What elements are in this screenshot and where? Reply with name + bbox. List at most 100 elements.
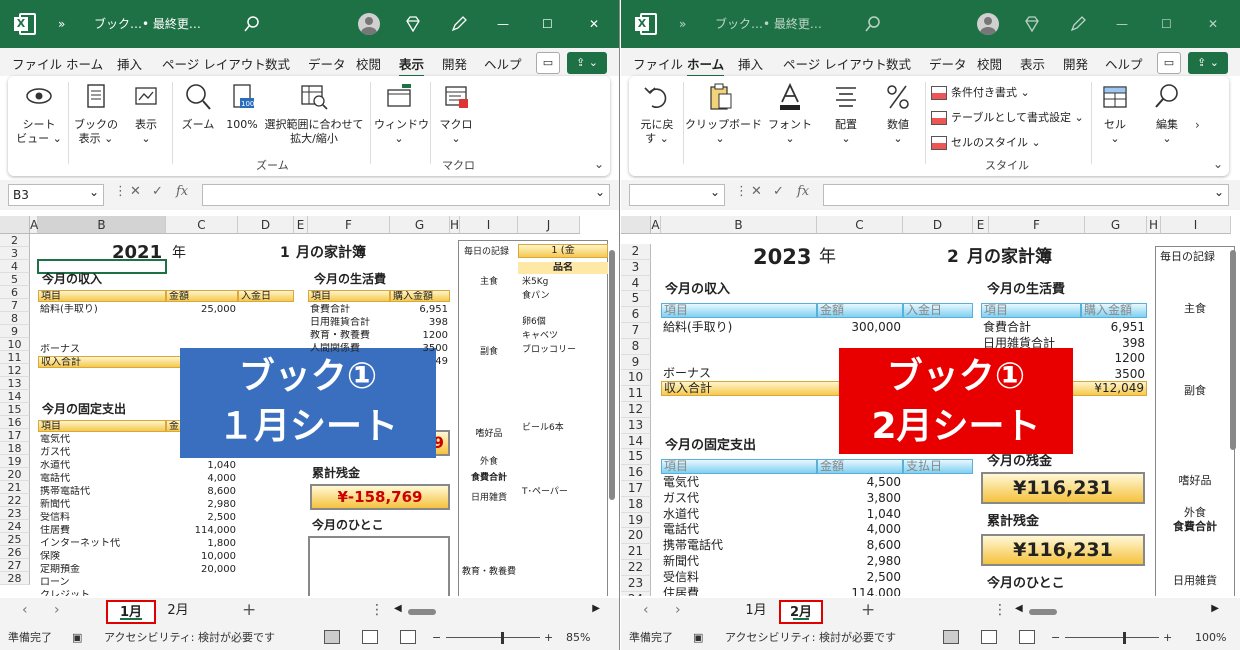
editing-button[interactable]: 編集 ⌄ [1147, 82, 1187, 146]
column-header[interactable]: D [238, 216, 294, 234]
minimize-button[interactable]: — [1116, 0, 1128, 48]
column-header[interactable]: E [973, 216, 989, 234]
enter-icon[interactable]: ✓ [152, 184, 163, 199]
add-sheet-icon[interactable]: + [861, 600, 875, 620]
chevron-icon[interactable]: » [679, 0, 686, 48]
font-button[interactable]: フォント ⌄ [765, 82, 815, 146]
horizontal-scrollbar[interactable]: ◀ ▶ [394, 603, 600, 618]
book-name[interactable]: ブック… [94, 0, 142, 48]
book-name[interactable]: ブック… [715, 0, 763, 48]
ribbon-collapse-icon[interactable]: ⌄ [594, 157, 604, 171]
macro-button[interactable]: マクロ ⌄ [434, 82, 478, 146]
tab-review[interactable]: 校閲 [356, 54, 381, 73]
tab-insert[interactable]: 挿入 [738, 54, 763, 73]
number-button[interactable]: 数値 ⌄ [875, 82, 921, 146]
ribbon-collapse-icon[interactable]: ⌄ [1213, 157, 1223, 171]
select-all-corner[interactable] [621, 216, 651, 234]
zoom-button[interactable]: ズーム [178, 82, 218, 132]
chevron-icon[interactable]: » [58, 0, 65, 48]
zoom-slider[interactable] [1065, 637, 1159, 638]
cells-button[interactable]: セル ⌄ [1095, 82, 1135, 146]
next-sheet-icon[interactable]: › [54, 602, 60, 618]
column-header[interactable]: J [518, 216, 580, 234]
share-button[interactable]: ⇪ ⌄ [1188, 52, 1228, 74]
undo-button[interactable]: 元に戻 す ⌄ [635, 82, 679, 146]
spreadsheet-grid[interactable]: A B C D E F G H I J 2021 年 1 月の家計簿 今月の収入… [0, 216, 619, 596]
clipboard-button[interactable]: クリップボード ⌄ [685, 82, 762, 146]
format-as-table-button[interactable]: テーブルとして書式設定 ⌄ [931, 109, 1084, 125]
comments-button[interactable]: ▭ [536, 52, 560, 74]
alignment-button[interactable]: 配置 ⌄ [821, 82, 871, 146]
column-header[interactable]: I [460, 216, 518, 234]
sheet-tab-jan[interactable]: 1月 [731, 600, 781, 624]
column-header[interactable]: D [903, 216, 973, 234]
horizontal-scrollbar[interactable]: ◀ ▶ [1015, 603, 1219, 618]
diamond-icon[interactable] [404, 15, 422, 33]
column-header[interactable]: F [308, 216, 390, 234]
zoom-slider[interactable] [446, 637, 540, 638]
function-icon[interactable]: fx [176, 184, 188, 199]
close-button[interactable]: ✕ [1208, 0, 1218, 48]
conditional-format-button[interactable]: 条件付き書式 ⌄ [931, 84, 1030, 100]
column-header[interactable]: I [1161, 216, 1231, 234]
tab-formulas[interactable]: 数式 [265, 54, 290, 73]
formula-input[interactable]: ⌄ [823, 184, 1229, 206]
book-view-button[interactable]: ブックの 表示 ⌄ [70, 82, 122, 146]
sheet-tab-feb[interactable]: 2月 [158, 600, 198, 624]
save-status[interactable]: • 最終更… [763, 0, 822, 48]
tab-formulas[interactable]: 数式 [886, 54, 911, 73]
column-header[interactable]: B [661, 216, 817, 234]
column-header[interactable]: E [294, 216, 308, 234]
accessibility-status[interactable]: アクセシビリティ: 検討が必要です [725, 626, 896, 650]
comments-button[interactable]: ▭ [1157, 52, 1181, 74]
accessibility-status[interactable]: アクセシビリティ: 検討が必要です [104, 626, 275, 650]
name-box[interactable] [629, 182, 725, 206]
pen-icon[interactable] [1069, 15, 1087, 33]
column-header[interactable]: G [390, 216, 450, 234]
formula-input[interactable]: ⌄ [202, 184, 610, 206]
sheet-tab-feb[interactable]: 2月 [779, 600, 823, 624]
function-icon[interactable]: fx [797, 184, 809, 199]
normal-view-icon[interactable] [943, 630, 959, 644]
pen-icon[interactable] [450, 15, 468, 33]
prev-sheet-icon[interactable]: ‹ [22, 602, 28, 618]
enter-icon[interactable]: ✓ [773, 184, 784, 199]
minimize-button[interactable]: — [497, 0, 509, 48]
avatar[interactable] [358, 13, 380, 35]
cell-styles-button[interactable]: セルのスタイル ⌄ [931, 134, 1041, 150]
add-sheet-icon[interactable]: + [242, 600, 256, 620]
tab-home[interactable]: ホーム [66, 54, 103, 73]
zoom-100-button[interactable]: 100 100% [222, 82, 262, 132]
zoom-in-icon[interactable]: + [1163, 626, 1172, 650]
tab-developer[interactable]: 開発 [442, 54, 467, 73]
page-layout-view-icon[interactable] [362, 630, 378, 644]
tab-view[interactable]: 表示 [1020, 54, 1045, 73]
vertical-scrollbar[interactable] [1228, 234, 1238, 594]
next-sheet-icon[interactable]: › [675, 602, 681, 618]
show-button[interactable]: 表示 ⌄ [124, 82, 168, 146]
more-icon[interactable]: ⋮ [735, 184, 748, 199]
zoom-level[interactable]: 85% [566, 626, 590, 650]
tab-help[interactable]: ヘルプ [1105, 54, 1143, 73]
tab-data[interactable]: データ [929, 54, 967, 73]
prev-sheet-icon[interactable]: ‹ [643, 602, 649, 618]
tab-file[interactable]: ファイル [12, 54, 62, 73]
column-header[interactable]: G [1085, 216, 1147, 234]
share-button[interactable]: ⇪ ⌄ [567, 52, 607, 74]
maximize-button[interactable]: ☐ [1161, 0, 1172, 48]
zoom-level[interactable]: 100% [1195, 626, 1226, 650]
tab-page-layout[interactable]: ページ レイアウト [783, 54, 887, 73]
zoom-slider-thumb[interactable] [500, 632, 504, 644]
sheet-tab-jan[interactable]: 1月 [106, 600, 156, 624]
tab-page-layout[interactable]: ページ レイアウト [162, 54, 266, 73]
maximize-button[interactable]: ☐ [542, 0, 553, 48]
more-icon[interactable]: ⋮ [114, 184, 127, 199]
ribbon-scroll-icon[interactable]: › [1195, 118, 1200, 132]
zoom-slider-thumb[interactable] [1123, 632, 1127, 644]
column-header[interactable]: H [1147, 216, 1161, 234]
column-header[interactable]: B [38, 216, 166, 234]
zoom-out-icon[interactable]: − [432, 626, 441, 650]
column-header[interactable]: F [989, 216, 1085, 234]
tab-insert[interactable]: 挿入 [117, 54, 142, 73]
search-icon[interactable] [865, 16, 881, 32]
